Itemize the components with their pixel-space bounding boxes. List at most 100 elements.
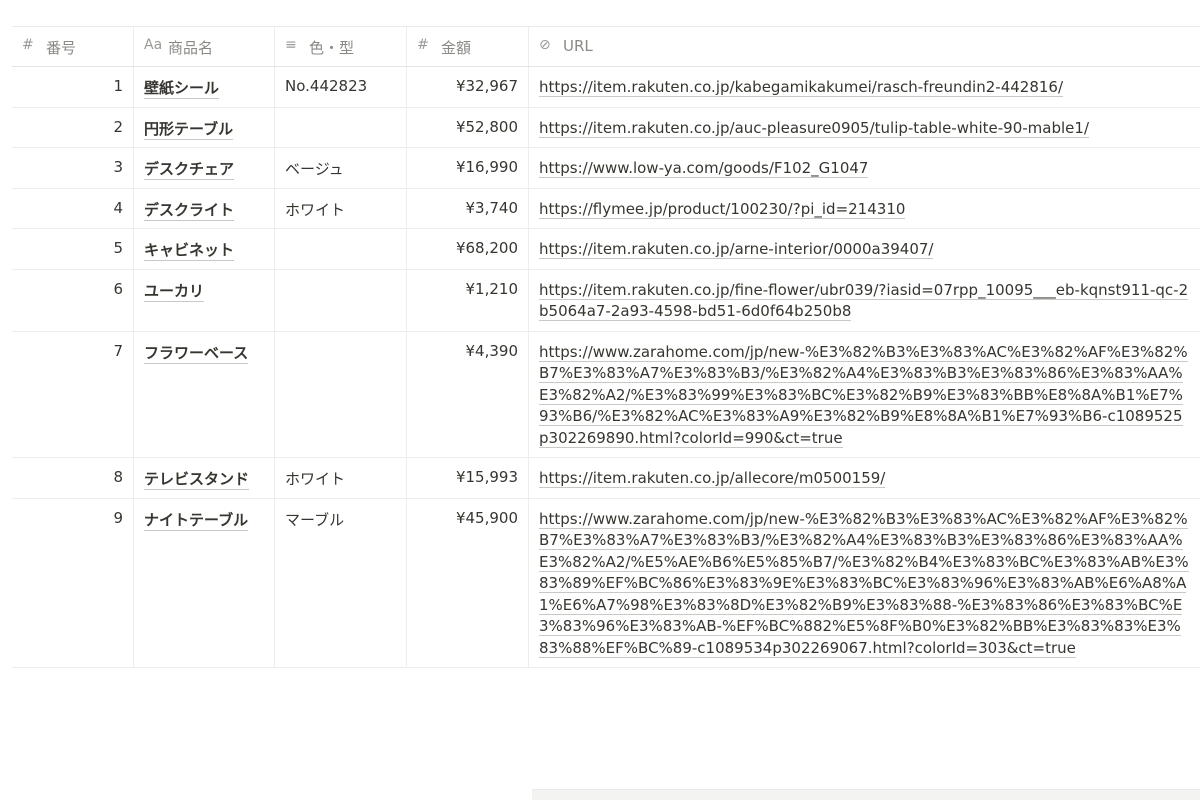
cell-color-type[interactable] — [275, 107, 407, 147]
cell-url[interactable]: https://www.zarahome.com/jp/new-%E3%82%B… — [529, 332, 1200, 458]
column-header-number[interactable]: # 番号 — [12, 26, 134, 66]
cell-product-name[interactable]: テレビスタンド — [134, 458, 275, 498]
table-row[interactable]: 7 フラワーベース ¥4,390 https://www.zarahome.com/j… — [12, 331, 1200, 458]
cell-number[interactable]: 4 — [12, 188, 134, 228]
cell-price[interactable]: ¥1,210 — [407, 269, 529, 331]
table-header: # 番号 Aa 商品名 ≡ 色・型 # 金額 ⊘ URL — [12, 26, 1200, 67]
url-link[interactable]: https://www.zarahome.com/jp/new-%E3%82%B… — [539, 509, 1189, 658]
product-name[interactable]: デスクチェア — [144, 160, 235, 180]
cell-price[interactable]: ¥16,990 — [407, 148, 529, 188]
number-value: 6 — [113, 279, 123, 298]
cell-color-type[interactable]: マーブル — [275, 498, 407, 667]
table-row[interactable]: 5 キャビネット ¥68,200 https://item.rakuten.co.jp… — [12, 229, 1200, 270]
number-value: 5 — [113, 239, 123, 257]
cell-url[interactable]: https://item.rakuten.co.jp/kabegamikakum… — [529, 67, 1200, 107]
cell-color-type[interactable]: ベージュ — [275, 148, 407, 188]
cell-number[interactable]: 8 — [12, 458, 134, 498]
url-link[interactable]: https://www.low-ya.com/goods/F102_G1047 — [539, 159, 869, 178]
table-top-border — [12, 26, 1200, 27]
cell-price[interactable]: ¥3,740 — [407, 188, 529, 228]
cell-price[interactable]: ¥68,200 — [407, 229, 529, 269]
cell-url[interactable]: https://www.low-ya.com/goods/F102_G1047 — [529, 148, 1200, 188]
cell-product-name[interactable]: ナイトテーブル — [134, 498, 275, 667]
product-name[interactable]: 壁紙シール — [144, 79, 220, 99]
cell-color-type[interactable] — [275, 229, 407, 269]
column-header-label: 番号 — [46, 39, 77, 57]
table-row[interactable]: 3 デスクチェア ベージュ ¥16,990 https://www.low-ya.com… — [12, 148, 1200, 189]
product-name[interactable]: テレビスタンド — [144, 470, 250, 490]
cell-price[interactable]: ¥32,967 — [407, 67, 529, 107]
price-value: ¥1,210 — [465, 279, 519, 298]
cell-url[interactable]: https://flymee.jp/product/100230/?pi_id=… — [529, 189, 1200, 229]
color-type-value: ホワイト — [285, 200, 346, 219]
text-property-icon: ≡ — [285, 37, 297, 53]
title-property-icon: Aa — [144, 37, 163, 53]
cell-price[interactable]: ¥45,900 — [407, 498, 529, 667]
url-link[interactable]: https://item.rakuten.co.jp/allecore/m050… — [539, 469, 886, 488]
cell-url[interactable]: https://item.rakuten.co.jp/fine-flower/u… — [529, 270, 1200, 331]
price-value: ¥3,740 — [465, 198, 519, 217]
number-value: 2 — [113, 117, 123, 136]
number-value: 7 — [113, 341, 123, 360]
cell-url[interactable]: https://item.rakuten.co.jp/arne-interior… — [529, 229, 1200, 269]
cell-product-name[interactable]: 円形テーブル — [134, 107, 275, 147]
url-link[interactable]: https://item.rakuten.co.jp/auc-pleasure0… — [539, 118, 1089, 138]
cell-product-name[interactable]: フラワーベース — [134, 331, 275, 457]
column-header-url[interactable]: ⊘ URL — [529, 26, 1200, 66]
column-header-label: 色・型 — [309, 39, 355, 57]
product-name[interactable]: キャビネット — [144, 241, 235, 261]
cell-price[interactable]: ¥15,993 — [407, 458, 529, 498]
cell-price[interactable]: ¥52,800 — [407, 107, 529, 147]
price-value: ¥15,993 — [455, 468, 518, 486]
number-value: 4 — [113, 198, 123, 217]
cell-product-name[interactable]: キャビネット — [134, 229, 275, 269]
cell-product-name[interactable]: デスクライト — [134, 188, 275, 228]
cell-number[interactable]: 1 — [12, 67, 134, 107]
cell-product-name[interactable]: 壁紙シール — [134, 67, 275, 107]
cell-price[interactable]: ¥4,390 — [407, 331, 529, 457]
cell-color-type[interactable] — [275, 269, 407, 331]
cell-product-name[interactable]: ユーカリ — [134, 269, 275, 331]
cell-number[interactable]: 2 — [12, 107, 134, 147]
table-row[interactable]: 9 ナイトテーブル マーブル ¥45,900 https://www.zarahome.… — [12, 498, 1200, 668]
cell-number[interactable]: 5 — [12, 229, 134, 269]
table-row[interactable]: 8 テレビスタンド ホワイト ¥15,993 https://item.rakuten.… — [12, 458, 1200, 499]
price-value: ¥16,990 — [455, 158, 518, 176]
horizontal-scrollbar[interactable] — [532, 789, 1200, 800]
url-link[interactable]: https://item.rakuten.co.jp/fine-flower/u… — [539, 280, 1189, 321]
product-name[interactable]: デスクライト — [144, 200, 235, 221]
url-link[interactable]: https://item.rakuten.co.jp/kabegamikakum… — [539, 78, 1064, 97]
cell-color-type[interactable]: No.442823 — [275, 67, 407, 107]
column-header-color-type[interactable]: ≡ 色・型 — [275, 26, 407, 66]
table-row[interactable]: 1 壁紙シール No.442823 ¥32,967 https://item.rakut… — [12, 67, 1200, 108]
url-link[interactable]: https://www.zarahome.com/jp/new-%E3%82%B… — [539, 342, 1188, 448]
column-header-product-name[interactable]: Aa 商品名 — [134, 26, 275, 66]
cell-url[interactable]: https://www.zarahome.com/jp/new-%E3%82%B… — [529, 499, 1200, 668]
price-value: ¥32,967 — [455, 77, 518, 95]
cell-color-type[interactable]: ホワイト — [275, 188, 407, 228]
cell-color-type[interactable]: ホワイト — [275, 458, 407, 498]
cell-number[interactable]: 6 — [12, 269, 134, 331]
cell-number[interactable]: 9 — [12, 498, 134, 667]
cell-url[interactable]: https://item.rakuten.co.jp/allecore/m050… — [529, 458, 1200, 498]
cell-number[interactable]: 7 — [12, 331, 134, 457]
product-name[interactable]: 円形テーブル — [144, 119, 234, 140]
cell-product-name[interactable]: デスクチェア — [134, 148, 275, 188]
product-name[interactable]: ユーカリ — [144, 281, 205, 302]
table-row[interactable]: 4 デスクライト ホワイト ¥3,740 https://flymee.jp/produ… — [12, 188, 1200, 229]
url-link[interactable]: https://flymee.jp/product/100230/?pi_id=… — [539, 199, 906, 219]
cell-url[interactable]: https://item.rakuten.co.jp/auc-pleasure0… — [529, 108, 1200, 148]
product-name[interactable]: ナイトテーブル — [144, 510, 249, 531]
number-property-icon: # — [417, 37, 429, 53]
color-type-value: No.442823 — [285, 77, 368, 95]
cell-color-type[interactable] — [275, 331, 407, 457]
cell-number[interactable]: 3 — [12, 148, 134, 188]
database-table: # 番号 Aa 商品名 ≡ 色・型 # 金額 ⊘ URL 1 壁紙シール No.44… — [12, 26, 1200, 668]
price-value: ¥68,200 — [455, 239, 518, 257]
price-value: ¥45,900 — [455, 508, 518, 527]
url-link[interactable]: https://item.rakuten.co.jp/arne-interior… — [539, 240, 934, 259]
table-row[interactable]: 2 円形テーブル ¥52,800 https://item.rakuten.co.jp… — [12, 107, 1200, 148]
product-name[interactable]: フラワーベース — [144, 343, 249, 364]
column-header-price[interactable]: # 金額 — [407, 26, 529, 66]
table-row[interactable]: 6 ユーカリ ¥1,210 https://item.rakuten.co.jp/fi… — [12, 269, 1200, 332]
